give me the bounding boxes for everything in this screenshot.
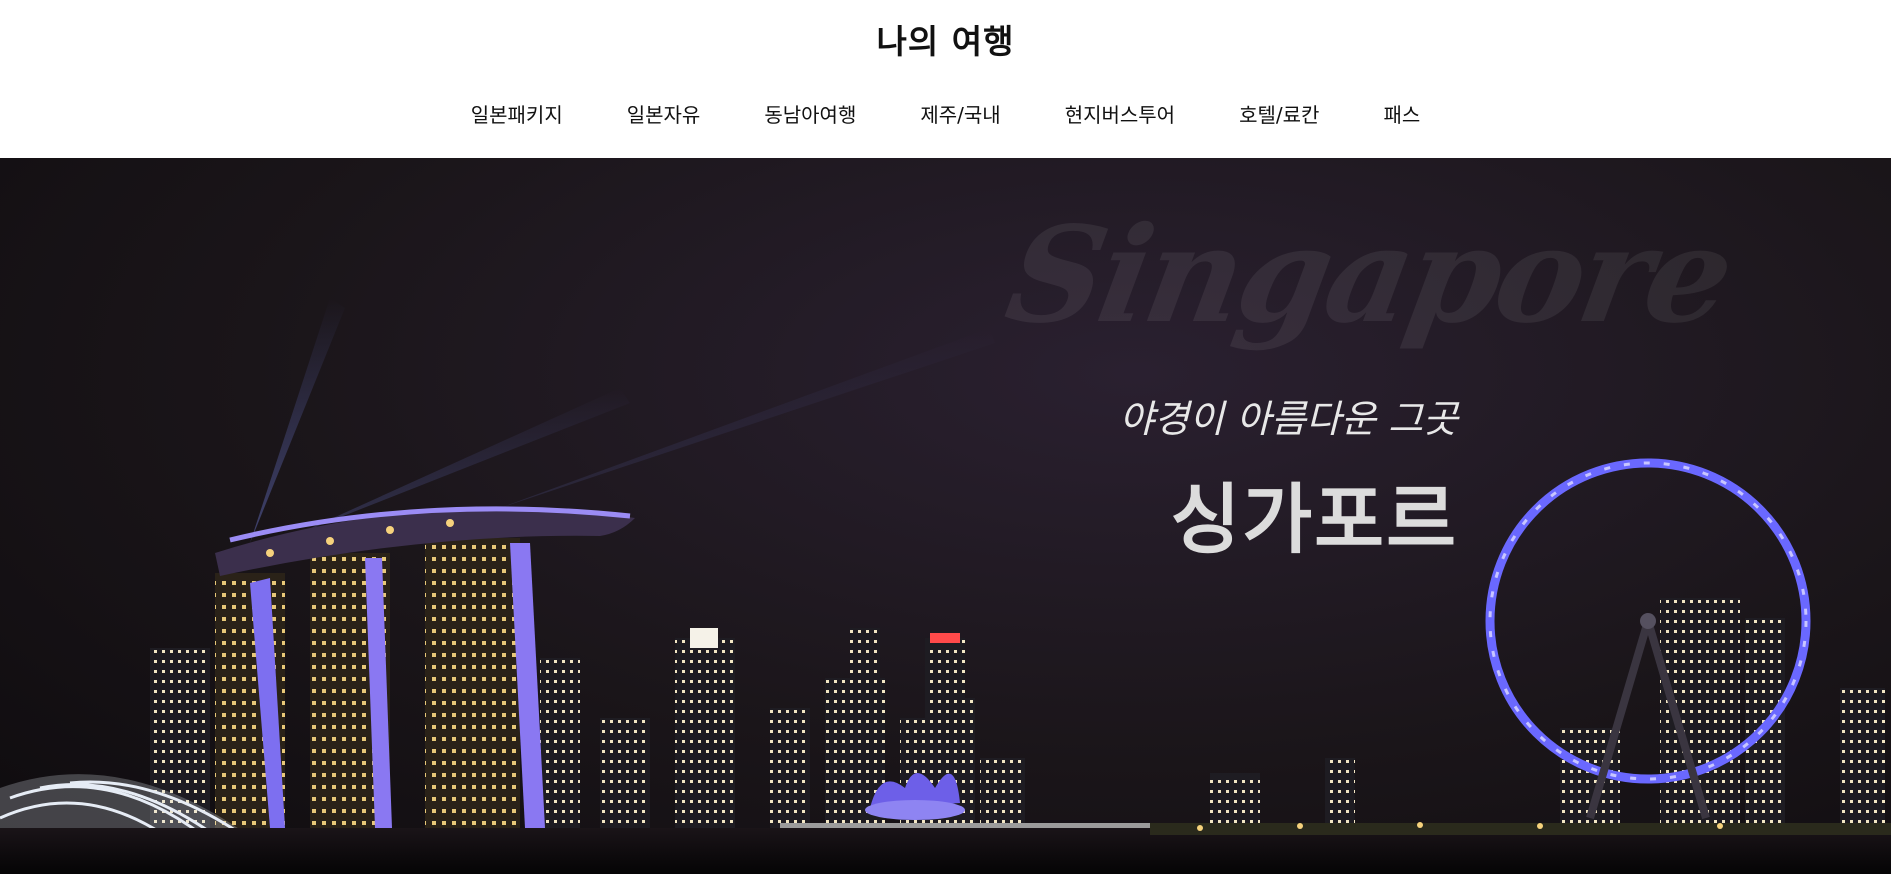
main-nav: 일본패키지 일본자유 동남아여행 제주/국내 현지버스투어 호텔/료칸 패스 xyxy=(0,98,1891,132)
nav-item-japan-free[interactable]: 일본자유 xyxy=(627,98,701,132)
nav-item-japan-package[interactable]: 일본패키지 xyxy=(471,98,563,132)
hero-title: 싱가포르 xyxy=(1170,475,1458,564)
nav-item-jeju-domestic[interactable]: 제주/국내 xyxy=(920,98,1000,132)
nav-item-local-bus-tour[interactable]: 현지버스투어 xyxy=(1065,98,1175,132)
site-title[interactable]: 나의 여행 xyxy=(0,18,1891,66)
hero-banner: Singapore 야경이 아름다운 그곳 싱가포르 xyxy=(0,158,1891,874)
site-header: 나의 여행 일본패키지 일본자유 동남아여행 제주/국내 현지버스투어 호텔/료… xyxy=(0,0,1891,158)
hero-tagline: 야경이 아름다운 그곳 xyxy=(1119,397,1458,441)
nav-item-hotel-ryokan[interactable]: 호텔/료칸 xyxy=(1239,98,1319,132)
nav-item-pass[interactable]: 패스 xyxy=(1383,98,1420,132)
nav-item-southeast-asia[interactable]: 동남아여행 xyxy=(764,98,856,132)
hero-watermark: Singapore xyxy=(996,198,1741,353)
